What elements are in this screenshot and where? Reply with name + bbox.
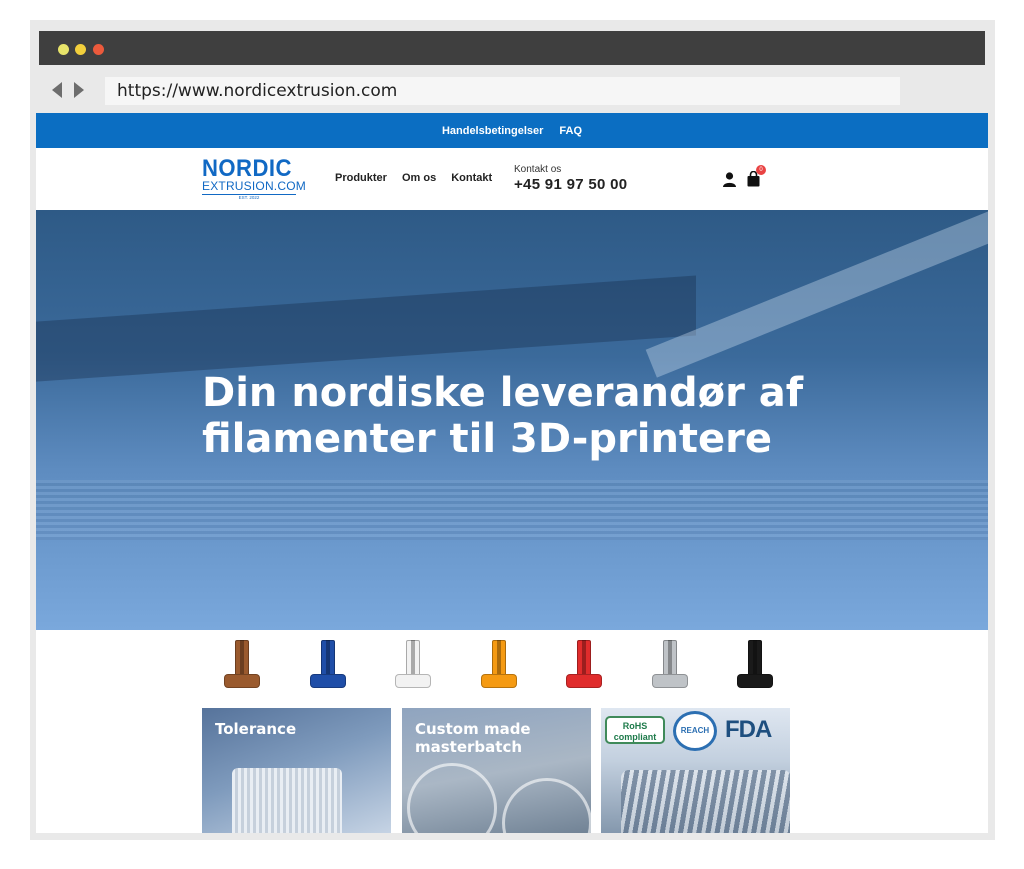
top-bar: Handelsbetingelser FAQ (36, 113, 988, 148)
spool-hub (496, 640, 501, 676)
card-title: Tolerance (215, 720, 297, 738)
spool-flange (309, 674, 346, 688)
spool-hub (240, 640, 244, 676)
spool-silver[interactable] (650, 638, 690, 692)
spool-white[interactable] (393, 638, 433, 692)
browser-titlebar (39, 31, 985, 65)
fda-badge: FDA (725, 716, 772, 743)
spool-flange (651, 674, 688, 688)
nav-item-om-os[interactable]: Om os (402, 172, 436, 184)
feature-cards: Tolerance Custom made masterbatch RoHS c… (36, 708, 988, 833)
url-bar[interactable]: https://www.nordicextrusion.com (105, 77, 900, 105)
card-tolerance-image (232, 768, 342, 833)
logo-line-1: NORDIC (202, 155, 292, 182)
card-masterbatch[interactable]: Custom made masterbatch (402, 708, 591, 833)
contact-label: Kontakt os (514, 164, 562, 175)
minimize-dot-icon[interactable] (58, 44, 69, 55)
hero-headline: Din nordiske leverandør af filamenter ti… (202, 370, 804, 462)
site-header: NORDIC EXTRUSION.COM EST. 2022 Produkter… (36, 148, 988, 210)
user-account-icon[interactable] (723, 172, 736, 187)
contact-block: Kontakt os +45 91 97 50 00 (514, 164, 627, 193)
card-title: Custom made masterbatch (415, 720, 531, 756)
main-nav: Produkter Om os Kontakt (335, 172, 492, 184)
back-arrow-icon[interactable] (52, 82, 62, 98)
rohs-badge: RoHS compliant (605, 716, 665, 744)
page-viewport: Handelsbetingelser FAQ NORDIC EXTRUSION.… (36, 113, 988, 833)
close-dot-icon[interactable] (93, 44, 104, 55)
jar-image (502, 778, 591, 833)
hero-banner: Din nordiske leverandør af filamenter ti… (36, 210, 988, 630)
spool-flange (395, 674, 431, 688)
spool-strip (36, 630, 988, 708)
logo-line-3: EST. 2022 (202, 194, 296, 201)
spool-blue[interactable] (308, 638, 348, 692)
spool-flange (224, 674, 260, 688)
spool-flange (566, 674, 602, 688)
spool-black[interactable] (735, 638, 775, 692)
spool-flange (737, 674, 773, 688)
spool-hub (667, 640, 672, 676)
topbar-link-handelsbetingelser[interactable]: Handelsbetingelser (442, 125, 543, 137)
cart-count-badge: 0 (756, 165, 766, 175)
reach-badge: REACH (673, 711, 717, 751)
maximize-dot-icon[interactable] (75, 44, 86, 55)
site-logo[interactable]: NORDIC EXTRUSION.COM EST. 2022 (202, 155, 306, 201)
hero-print-layers (36, 480, 988, 540)
topbar-link-faq[interactable]: FAQ (559, 125, 582, 137)
browser-nav-arrows (52, 82, 88, 100)
contact-phone[interactable]: +45 91 97 50 00 (514, 176, 627, 193)
spool-red[interactable] (564, 638, 604, 692)
forward-arrow-icon[interactable] (74, 82, 84, 98)
card-certifications[interactable]: RoHS compliant REACH FDA (601, 708, 790, 833)
nav-item-kontakt[interactable]: Kontakt (451, 172, 492, 184)
hero-filament-shape (645, 210, 988, 378)
spool-orange[interactable] (479, 638, 519, 692)
jar-image (407, 763, 497, 833)
spool-hub (753, 640, 757, 676)
filament-coils-image (621, 770, 790, 833)
card-tolerance[interactable]: Tolerance (202, 708, 391, 833)
spool-hub (582, 640, 586, 676)
hero-machine-shape (36, 275, 696, 385)
spool-hub (411, 640, 415, 676)
spool-brown[interactable] (222, 638, 262, 692)
spool-flange (480, 674, 517, 688)
spool-hub (325, 640, 330, 676)
nav-item-produkter[interactable]: Produkter (335, 172, 387, 184)
